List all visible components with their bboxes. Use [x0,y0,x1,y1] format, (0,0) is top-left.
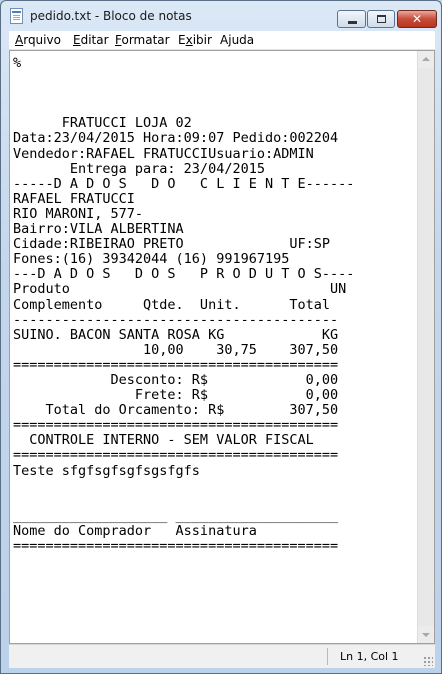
menu-ajuda[interactable]: Ajuda [220,33,254,47]
scroll-up-button[interactable] [418,51,434,68]
close-button[interactable]: ✕ [397,10,437,28]
menu-exibir-prefix: E [178,33,186,47]
menu-ajuda-label: uda [231,33,255,47]
menu-formatar-label: ormatar [121,33,170,47]
window-title: pedido.txt - Bloco de notas [30,9,192,23]
minimize-icon [348,21,357,24]
menu-arquivo[interactable]: Arquivo [15,33,61,47]
maximize-button[interactable] [367,10,395,28]
close-icon: ✕ [411,12,423,26]
minimize-button[interactable] [337,10,366,28]
menu-arquivo-label: rquivo [23,33,61,47]
menu-exibir-mnemonic: x [185,33,193,47]
text-editor-area[interactable]: % FRATUCCI LOJA 02 Data:23/04/2015 Hora:… [9,50,435,644]
title-bar[interactable]: pedido.txt - Bloco de notas ✕ [1,1,441,31]
menu-formatar[interactable]: Formatar [115,33,170,47]
menu-bar: Arquivo Editar Formatar Exibir Ajuda [9,31,435,50]
menu-ajuda-prefix: A [220,33,229,47]
menu-arquivo-mnemonic: A [15,33,24,47]
menu-exibir-label: ibir [192,33,212,47]
status-bar: Ln 1, Col 1 [9,644,435,668]
menu-editar-label: ditar [80,33,109,47]
menu-exibir[interactable]: Exibir [178,33,212,47]
cursor-position: Ln 1, Col 1 [340,650,399,663]
notepad-window: pedido.txt - Bloco de notas ✕ Arquivo Ed… [0,0,442,674]
maximize-icon [377,15,386,23]
resize-grip-icon[interactable] [423,656,433,666]
notepad-icon [10,8,23,24]
scroll-up-icon [422,57,430,61]
vertical-scrollbar[interactable] [417,51,434,643]
menu-editar-mnemonic: E [73,33,81,47]
menu-editar[interactable]: Editar [73,33,109,47]
scroll-down-icon [422,633,430,637]
document-text[interactable]: % FRATUCCI LOJA 02 Data:23/04/2015 Hora:… [13,55,354,554]
scroll-down-button[interactable] [418,626,434,643]
status-divider [327,648,328,665]
